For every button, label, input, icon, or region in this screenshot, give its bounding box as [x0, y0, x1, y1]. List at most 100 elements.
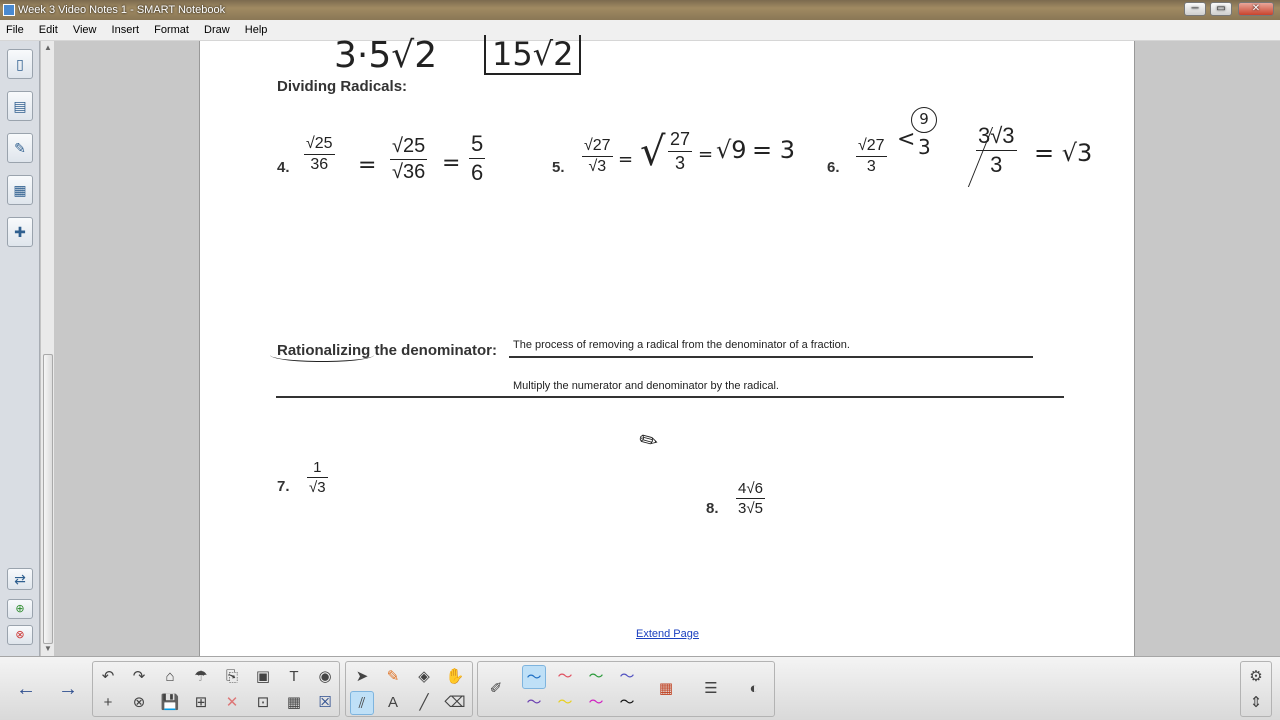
pen-purple-button[interactable]: 〜 — [615, 665, 639, 689]
properties-icon: ▦ — [13, 182, 27, 198]
close-button[interactable]: ✕ — [1238, 2, 1274, 16]
problem-8-numerator: 4√6 — [738, 480, 763, 497]
pen-black-button[interactable]: 〜 — [615, 691, 639, 715]
menu-view[interactable]: View — [67, 20, 103, 41]
magic-pen-button[interactable]: ✎ — [381, 665, 405, 689]
problem-4-answer: 5 6 — [469, 131, 486, 186]
capture-button[interactable]: ▣ — [251, 665, 275, 689]
delete-object-button[interactable]: ✕ — [220, 691, 244, 715]
title-bar: Week 3 Video Notes 1 - SMART Notebook ─ … — [0, 0, 1280, 20]
move-toolbar-icon[interactable]: ⇕ — [1244, 691, 1268, 715]
problem-4-denominator: 36 — [310, 156, 329, 173]
redo-button[interactable]: ↷ — [127, 665, 151, 689]
restore-button[interactable]: ▭ — [1210, 2, 1232, 16]
document-camera-button[interactable]: ◉ — [313, 665, 337, 689]
screen-capture-button[interactable]: ⊞ — [189, 691, 213, 715]
pen-green-button[interactable]: 〜 — [584, 665, 608, 689]
extend-page-link[interactable]: Extend Page — [636, 628, 699, 640]
save-button[interactable]: 💾 — [158, 691, 182, 715]
eraser-button[interactable]: ⌫ — [443, 691, 467, 715]
minimize-button[interactable]: ─ — [1184, 2, 1206, 16]
menu-help[interactable]: Help — [239, 20, 274, 41]
problem-4-numerator: √25 — [306, 135, 333, 152]
problem-4-answer-denominator: 6 — [471, 160, 484, 185]
scroll-down-icon[interactable]: ▼ — [44, 644, 52, 653]
menu-file[interactable]: File — [0, 20, 30, 41]
page-icon: ▯ — [16, 56, 24, 72]
pens-tool-button[interactable]: ⫽ — [350, 691, 374, 715]
problem-5-step-equals: = — [698, 144, 714, 165]
vertical-scrollbar[interactable]: ▲ ▼ — [40, 41, 54, 656]
fraction-bar — [856, 156, 887, 157]
arrows-icon: ⇄ — [14, 571, 26, 587]
screen-shade-button[interactable]: ☂ — [189, 665, 213, 689]
problem-5-result: = 3 — [752, 136, 796, 164]
gear-icon[interactable]: ⚙ — [1244, 665, 1268, 689]
notebook-page[interactable]: 3·5√2 15√2 Dividing Radicals: 4. √25 36 … — [199, 35, 1135, 656]
line-style-button[interactable]: ☰ — [699, 677, 723, 701]
fraction-bar — [668, 151, 693, 152]
scroll-up-icon[interactable]: ▲ — [44, 43, 52, 52]
problem-6-number: 6. — [827, 159, 840, 176]
color-palette-button[interactable]: ▦ — [654, 677, 678, 701]
problem-5-step-denominator: 3 — [675, 153, 686, 173]
delete-page-button[interactable]: ⊗ — [127, 691, 151, 715]
menu-format[interactable]: Format — [148, 20, 195, 41]
insert-table-button[interactable]: ▦ — [282, 691, 306, 715]
add-page-button[interactable]: + — [96, 691, 120, 715]
menu-edit[interactable]: Edit — [33, 20, 64, 41]
gallery-icon: ▤ — [13, 98, 27, 114]
previous-page-button[interactable]: ← — [14, 677, 38, 701]
pen-blue-button[interactable]: 〜 — [522, 665, 546, 689]
method-text: Multiply the numerator and denominator b… — [513, 380, 779, 392]
fraction-bar — [307, 477, 328, 478]
pen-red-button[interactable]: 〜 — [553, 665, 577, 689]
fill-tool-button[interactable]: ◈ — [412, 665, 436, 689]
menu-draw[interactable]: Draw — [198, 20, 236, 41]
open-file-button[interactable]: ⌂ — [158, 665, 182, 689]
definition-text: The process of removing a radical from t… — [513, 339, 850, 351]
canvas-margin-right — [1135, 41, 1280, 656]
problem-7-number: 7. — [277, 478, 290, 495]
gallery-tab[interactable]: ▤ — [7, 91, 33, 121]
problem-7-denominator: √3 — [309, 479, 326, 496]
addons-tab[interactable]: ✚ — [7, 217, 33, 247]
undo-button[interactable]: ↶ — [96, 665, 120, 689]
problem-8-expression: 4√6 3√5 — [736, 480, 765, 517]
paste-button[interactable]: ⎘ — [220, 665, 244, 689]
bottom-toolbar: ← → ↶ ↷ ⌂ ☂ ⎘ ▣ T ◉ + ⊗ 💾 ⊞ ✕ ⊡ ▦ ☒ ➤ ✎ … — [0, 656, 1280, 720]
attachments-tab[interactable]: ✎ — [7, 133, 33, 163]
problem-4-expression: √25 36 — [304, 135, 335, 174]
pen-type-button[interactable]: ✐ — [484, 677, 508, 701]
problem-7-numerator: 1 — [313, 459, 322, 476]
page-sorter-tab[interactable]: ▯ — [7, 49, 33, 79]
problem-5-expression: √27 √3 — [582, 137, 613, 176]
line-tool-button[interactable]: ╱ — [412, 691, 436, 715]
problem-6-numerator: √27 — [858, 137, 885, 154]
problem-4-equals-2: = — [442, 151, 461, 176]
next-page-button[interactable]: → — [56, 677, 80, 701]
highlighter-pink-button[interactable]: 〜 — [584, 691, 608, 715]
text-button[interactable]: A — [381, 691, 405, 715]
problem-6-branch: < — [897, 127, 916, 152]
menu-insert[interactable]: Insert — [106, 20, 146, 41]
fraction-bar — [736, 498, 765, 499]
add-page-tab[interactable]: ⊕ — [7, 599, 33, 619]
text-tool-button[interactable]: T — [282, 665, 306, 689]
delete-page-tab[interactable]: ⊗ — [7, 625, 33, 645]
problem-5-equals: = — [618, 149, 634, 170]
transparency-button[interactable]: ◐ — [742, 677, 766, 701]
select-tool-button[interactable]: ➤ — [350, 665, 374, 689]
full-screen-button[interactable]: ⊡ — [251, 691, 275, 715]
close-toolbar-button[interactable]: ☒ — [313, 691, 337, 715]
side-tabs: ▯ ▤ ✎ ▦ ✚ ⇄ ⊕ ⊗ — [0, 41, 40, 656]
problem-4-number: 4. — [277, 159, 290, 176]
problem-7-expression: 1 √3 — [307, 459, 328, 496]
problem-4-equals-1: = — [358, 153, 377, 178]
properties-tab[interactable]: ▦ — [7, 175, 33, 205]
pan-tool-button[interactable]: ✋ — [443, 665, 467, 689]
pen-violet-button[interactable]: 〜 — [522, 691, 546, 715]
move-sidebar-tab[interactable]: ⇄ — [7, 568, 33, 590]
highlighter-yellow-button[interactable]: 〜 — [553, 691, 577, 715]
scrollbar-thumb[interactable] — [43, 354, 53, 644]
